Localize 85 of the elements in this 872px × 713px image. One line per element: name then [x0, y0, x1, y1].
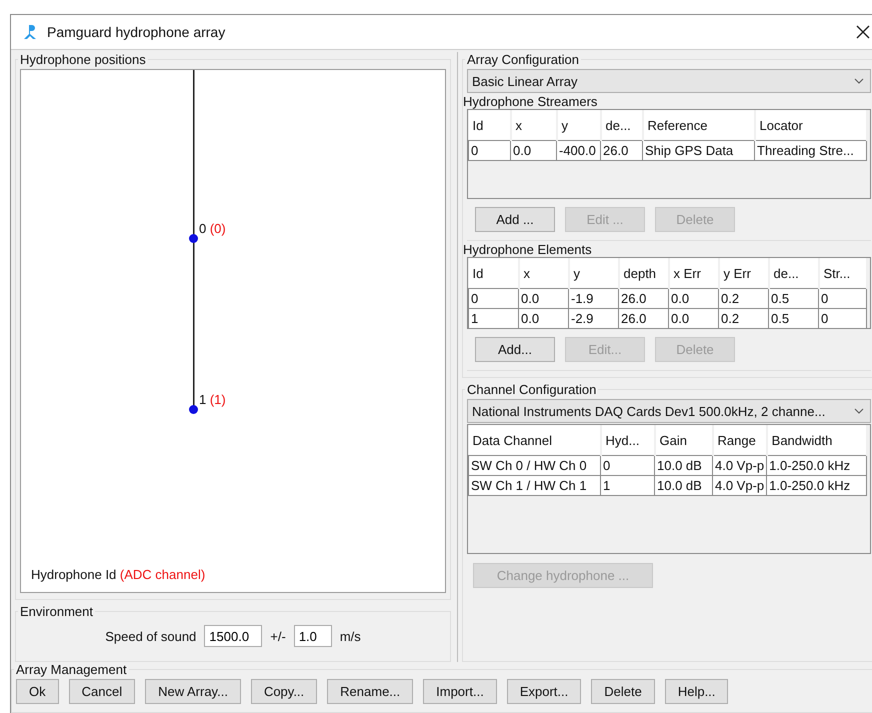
dialog-button[interactable]: Export...: [506, 679, 582, 704]
column-header[interactable]: Range: [712, 425, 767, 456]
close-icon[interactable]: [856, 25, 870, 39]
table-cell: 26.0: [600, 140, 642, 160]
column-header[interactable]: Hyd...: [600, 425, 654, 456]
table-cell: 0.5: [768, 308, 818, 328]
device-dropdown[interactable]: National Instruments DAQ Cards Dev1 500.0kHz, 2 channe...: [467, 399, 871, 423]
field-label: Speed of sound: [105, 628, 196, 644]
unit-label: m/s: [340, 628, 361, 644]
table-cell: Ship GPS Data: [642, 140, 754, 160]
speed-field[interactable]: 1500.0: [204, 625, 262, 647]
section-title: Hydrophone Elements: [463, 242, 593, 257]
table-cell: 0.2: [718, 308, 768, 328]
table-cell: 1: [468, 308, 518, 328]
chevron-icon: [854, 78, 864, 84]
column-header[interactable]: Data Channel: [468, 425, 600, 456]
section-title: Hydrophone Streamers: [463, 94, 598, 109]
window-title: Pamguard hydrophone array: [47, 24, 226, 40]
chevron-icon: [854, 408, 864, 414]
table-cell: 1.0-250.0 kHz: [766, 456, 867, 476]
table-cell: 0: [468, 140, 510, 160]
dialog-button[interactable]: Cancel: [68, 679, 136, 704]
column-header[interactable]: Gain: [654, 425, 712, 456]
dialog-button[interactable]: Delete: [591, 679, 655, 704]
group-title: Hydrophone positions: [19, 52, 147, 67]
column-header[interactable]: y: [556, 110, 600, 140]
array-dropdown[interactable]: Basic Linear Array: [467, 69, 871, 93]
table-cell: 4.0 Vp-p: [712, 476, 767, 496]
table-cell: 0.2: [718, 288, 768, 308]
table-cell: 10.0 dB: [654, 456, 712, 476]
group-title: Environment: [19, 604, 94, 619]
group-title: Channel Configuration: [466, 382, 598, 397]
column-header[interactable]: x: [510, 110, 556, 140]
plot-legend: Hydrophone Id (ADC channel): [31, 567, 206, 582]
dialog-button[interactable]: Ok: [16, 679, 59, 704]
column-header[interactable]: Str...: [818, 258, 866, 288]
table-button[interactable]: Add ...: [475, 207, 555, 232]
dialog-button[interactable]: Rename...: [327, 679, 414, 704]
table-cell: 10.0 dB: [654, 476, 712, 496]
table-cell: 0: [818, 308, 866, 328]
table-cell: 26.0: [618, 288, 668, 308]
table-button[interactable]: Add...: [475, 337, 555, 362]
table-cell: 0.0: [668, 288, 718, 308]
dialog-button[interactable]: Import...: [423, 679, 497, 704]
table-cell: 26.0: [618, 308, 668, 328]
column-header[interactable]: y: [568, 258, 618, 288]
table-cell: -1.9: [568, 288, 618, 308]
column-header[interactable]: Reference: [642, 110, 754, 140]
column-header[interactable]: de...: [600, 110, 642, 140]
dialog-button[interactable]: New Array...: [145, 679, 241, 704]
column-header[interactable]: depth: [618, 258, 668, 288]
table-cell: 1: [600, 476, 654, 496]
table-cell: Threading Stre...: [754, 140, 866, 160]
table-cell: 0: [468, 288, 518, 308]
table-cell: -2.9: [568, 308, 618, 328]
table-cell: 1.0-250.0 kHz: [766, 476, 867, 496]
column-header[interactable]: Id: [468, 110, 510, 140]
table-cell: SW Ch 1 / HW Ch 1: [468, 476, 600, 496]
dialog-button[interactable]: Copy...: [250, 679, 318, 704]
table-cell: 0.0: [510, 140, 556, 160]
column-header[interactable]: x Err: [668, 258, 718, 288]
table-cell: 0.5: [768, 288, 818, 308]
hydrophone-marker: [189, 405, 198, 414]
hydrophone-label: 1 (1): [199, 392, 226, 407]
column-header[interactable]: Bandwidth: [766, 425, 867, 456]
table-cell: 0.0: [668, 308, 718, 328]
table-cell: 4.0 Vp-p: [712, 456, 767, 476]
table-cell: -400.0: [556, 140, 600, 160]
column-header[interactable]: Locator: [754, 110, 866, 140]
table-cell: 0: [600, 456, 654, 476]
dialog-button[interactable]: Help...: [664, 679, 728, 704]
group-title: Array Management: [15, 662, 128, 677]
table-cell: 0.0: [518, 308, 568, 328]
hydrophone-label: 0 (0): [199, 221, 226, 236]
column-header[interactable]: de...: [768, 258, 818, 288]
column-header[interactable]: y Err: [718, 258, 768, 288]
column-header[interactable]: x: [518, 258, 568, 288]
field-label: +/-: [270, 628, 286, 644]
group-title: Array Configuration: [466, 52, 580, 67]
column-header[interactable]: Id: [468, 258, 518, 288]
hydrophone-marker: [189, 234, 198, 243]
table-cell: SW Ch 0 / HW Ch 0: [468, 456, 600, 476]
table-cell: 0: [818, 288, 866, 308]
error-field[interactable]: 1.0: [294, 625, 332, 647]
table-cell: 0.0: [518, 288, 568, 308]
